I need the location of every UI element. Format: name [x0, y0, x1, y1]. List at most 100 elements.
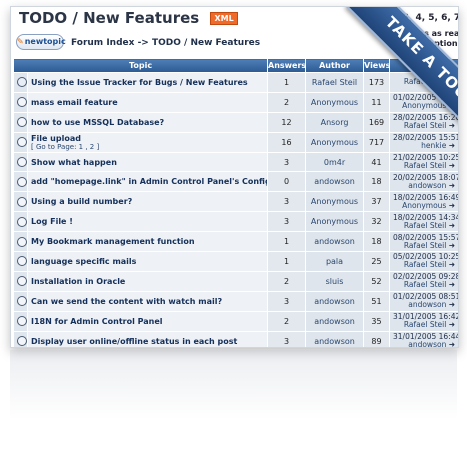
topic-status-cell	[13, 151, 28, 173]
topic-title-link[interactable]: language specific mails	[31, 257, 264, 266]
table-row[interactable]: My Bookmark management function 1 andowson…	[13, 231, 458, 253]
topic-title-link[interactable]: I18N for Admin Control Panel	[31, 317, 264, 326]
author-link[interactable]: 0m4r	[305, 151, 365, 173]
last-post-author-link[interactable]: andowson	[408, 181, 446, 190]
goto-last-post-icon[interactable]: ➜	[449, 201, 455, 210]
table-row[interactable]: Log File ! 3 Anonymous 32 18/02/2005 14:34 Ra…	[13, 211, 458, 233]
goto-last-post-icon[interactable]: ➜	[449, 241, 455, 250]
views-count: 89	[363, 330, 391, 347]
topic-cell: language specific mails	[26, 251, 269, 272]
topic-cell: Log File !	[26, 211, 269, 233]
topic-cell: Using a build number?	[26, 191, 269, 213]
new-topic-button[interactable]: ✎newtopic	[16, 34, 66, 50]
author-link[interactable]: andowson	[305, 231, 365, 253]
table-row[interactable]: language specific mails 1 pala 25 05/02/2005…	[13, 251, 458, 272]
answers-count: 1	[267, 231, 307, 253]
last-message-cell: 01/02/2005 08:51 andowson ➜	[389, 290, 458, 312]
topic-title-link[interactable]: File upload	[31, 134, 264, 143]
topic-title-link[interactable]: Log File !	[31, 217, 264, 226]
table-row[interactable]: Show what happen 3 0m4r 41 21/02/2005 10:25 R…	[13, 151, 458, 173]
topic-title-link[interactable]: Installation in Oracle	[31, 277, 264, 286]
forum-panel: TODO / New Features XML 1, 2, 3, 4, 5, 6…	[10, 6, 459, 348]
topic-icon	[17, 176, 27, 187]
last-message-cell: 31/01/2005 16:42 Rafael Steil ➜	[389, 310, 458, 332]
topic-cell: Display user online/offline status in ea…	[26, 330, 269, 347]
table-row[interactable]: Using a build number? 3 Anonymous 37 18/02/2…	[13, 191, 458, 213]
topic-icon	[17, 117, 27, 128]
topic-title-link[interactable]: My Bookmark management function	[31, 237, 264, 246]
topic-title-link[interactable]: Show what happen	[31, 158, 264, 167]
topic-status-cell	[13, 111, 28, 133]
author-link[interactable]: andowson	[305, 290, 365, 312]
answers-count: 16	[267, 131, 307, 153]
table-row[interactable]: Installation in Oracle 2 sluis 52 02/02/2005…	[13, 270, 458, 292]
last-post-author-link[interactable]: Rafael Steil	[404, 161, 446, 170]
last-message-cell: 02/02/2005 09:28 Rafael Steil ➜	[389, 270, 458, 292]
goto-last-post-icon[interactable]: ➜	[449, 260, 455, 269]
last-post-author-link[interactable]: andowson	[408, 340, 446, 347]
answers-count: 3	[267, 330, 307, 347]
author-link[interactable]: andowson	[305, 310, 365, 332]
ribbon-band[interactable]: TAKE A TOUR	[345, 7, 458, 147]
last-post-author-link[interactable]: andowson	[408, 300, 446, 309]
views-count: 52	[363, 270, 391, 292]
last-message-cell: 31/01/2005 16:44 andowson ➜	[389, 330, 458, 347]
topic-status-cell	[13, 330, 28, 347]
xml-feed-button[interactable]: XML	[210, 12, 238, 25]
topic-title-link[interactable]: how to use MSSQL Database?	[31, 118, 264, 127]
views-count: 25	[363, 251, 391, 272]
goto-last-post-icon[interactable]: ➜	[449, 320, 455, 329]
breadcrumb[interactable]: Forum Index -> TODO / New Features	[71, 38, 260, 48]
topic-title-link[interactable]: Using a build number?	[31, 197, 264, 206]
topic-status-cell	[13, 191, 28, 213]
topic-cell: File upload[ Go to Page: 1 , 2 ]	[26, 131, 269, 153]
author-link[interactable]: Anonymous	[305, 191, 365, 213]
topic-title-link[interactable]: Using the Issue Tracker for Bugs / New F…	[31, 78, 264, 87]
last-post-author-link[interactable]: Anonymous	[402, 201, 446, 210]
topic-status-cell	[13, 231, 28, 253]
topic-cell: I18N for Admin Control Panel	[26, 310, 269, 332]
take-a-tour-ribbon[interactable]: TAKE A TOUR	[318, 7, 458, 147]
views-count: 51	[363, 290, 391, 312]
goto-last-post-icon[interactable]: ➜	[449, 181, 455, 190]
table-row[interactable]: I18N for Admin Control Panel 2 andowson 35 3…	[13, 310, 458, 332]
goto-last-post-icon[interactable]: ➜	[449, 340, 455, 347]
last-post-author-link[interactable]: Rafael Steil	[404, 221, 446, 230]
topic-cell: Can we send the content with watch mail?	[26, 290, 269, 312]
info-topic-icon	[17, 77, 27, 88]
table-row[interactable]: Can we send the content with watch mail?…	[13, 290, 458, 312]
last-post-author-link[interactable]: Rafael Steil	[404, 241, 446, 250]
pencil-icon: ✎	[17, 37, 24, 46]
topic-status-cell	[13, 72, 28, 93]
answers-count: 3	[267, 191, 307, 213]
author-link[interactable]: andowson	[305, 171, 365, 193]
last-post-author-link[interactable]: Rafael Steil	[404, 280, 446, 289]
topic-title-link[interactable]: Can we send the content with watch mail?	[31, 297, 264, 306]
goto-last-post-icon[interactable]: ➜	[449, 280, 455, 289]
topic-title-link[interactable]: mass email feature	[31, 98, 264, 107]
last-post-author-link[interactable]: Rafael Steil	[404, 260, 446, 269]
goto-page-links[interactable]: [ Go to Page: 1 , 2 ]	[31, 143, 264, 151]
topic-icon	[17, 97, 27, 108]
last-message-cell: 21/02/2005 10:25 Rafael Steil ➜	[389, 151, 458, 173]
topic-cell: Installation in Oracle	[26, 270, 269, 292]
reflection	[10, 350, 457, 420]
last-message-cell: 18/02/2005 16:49 Anonymous ➜	[389, 191, 458, 213]
goto-last-post-icon[interactable]: ➜	[449, 161, 455, 170]
author-link[interactable]: andowson	[305, 330, 365, 347]
last-post-author-link[interactable]: Rafael Steil	[404, 320, 446, 329]
topic-title-link[interactable]: add "homepage.link" in Admin Control Pan…	[31, 177, 267, 186]
views-count: 32	[363, 211, 391, 233]
topic-status-cell	[13, 290, 28, 312]
column-header-topic: Topic	[12, 58, 269, 73]
table-row[interactable]: add "homepage.link" in Admin Control Pan…	[13, 171, 458, 193]
topic-title-link[interactable]: Display user online/offline status in ea…	[31, 337, 264, 346]
author-link[interactable]: Anonymous	[305, 211, 365, 233]
answers-count: 2	[267, 270, 307, 292]
table-row[interactable]: Display user online/offline status in ea…	[13, 330, 458, 347]
topic-cell: add "homepage.link" in Admin Control Pan…	[26, 171, 269, 193]
author-link[interactable]: pala	[305, 251, 365, 272]
goto-last-post-icon[interactable]: ➜	[449, 300, 455, 309]
goto-last-post-icon[interactable]: ➜	[449, 221, 455, 230]
author-link[interactable]: sluis	[305, 270, 365, 292]
